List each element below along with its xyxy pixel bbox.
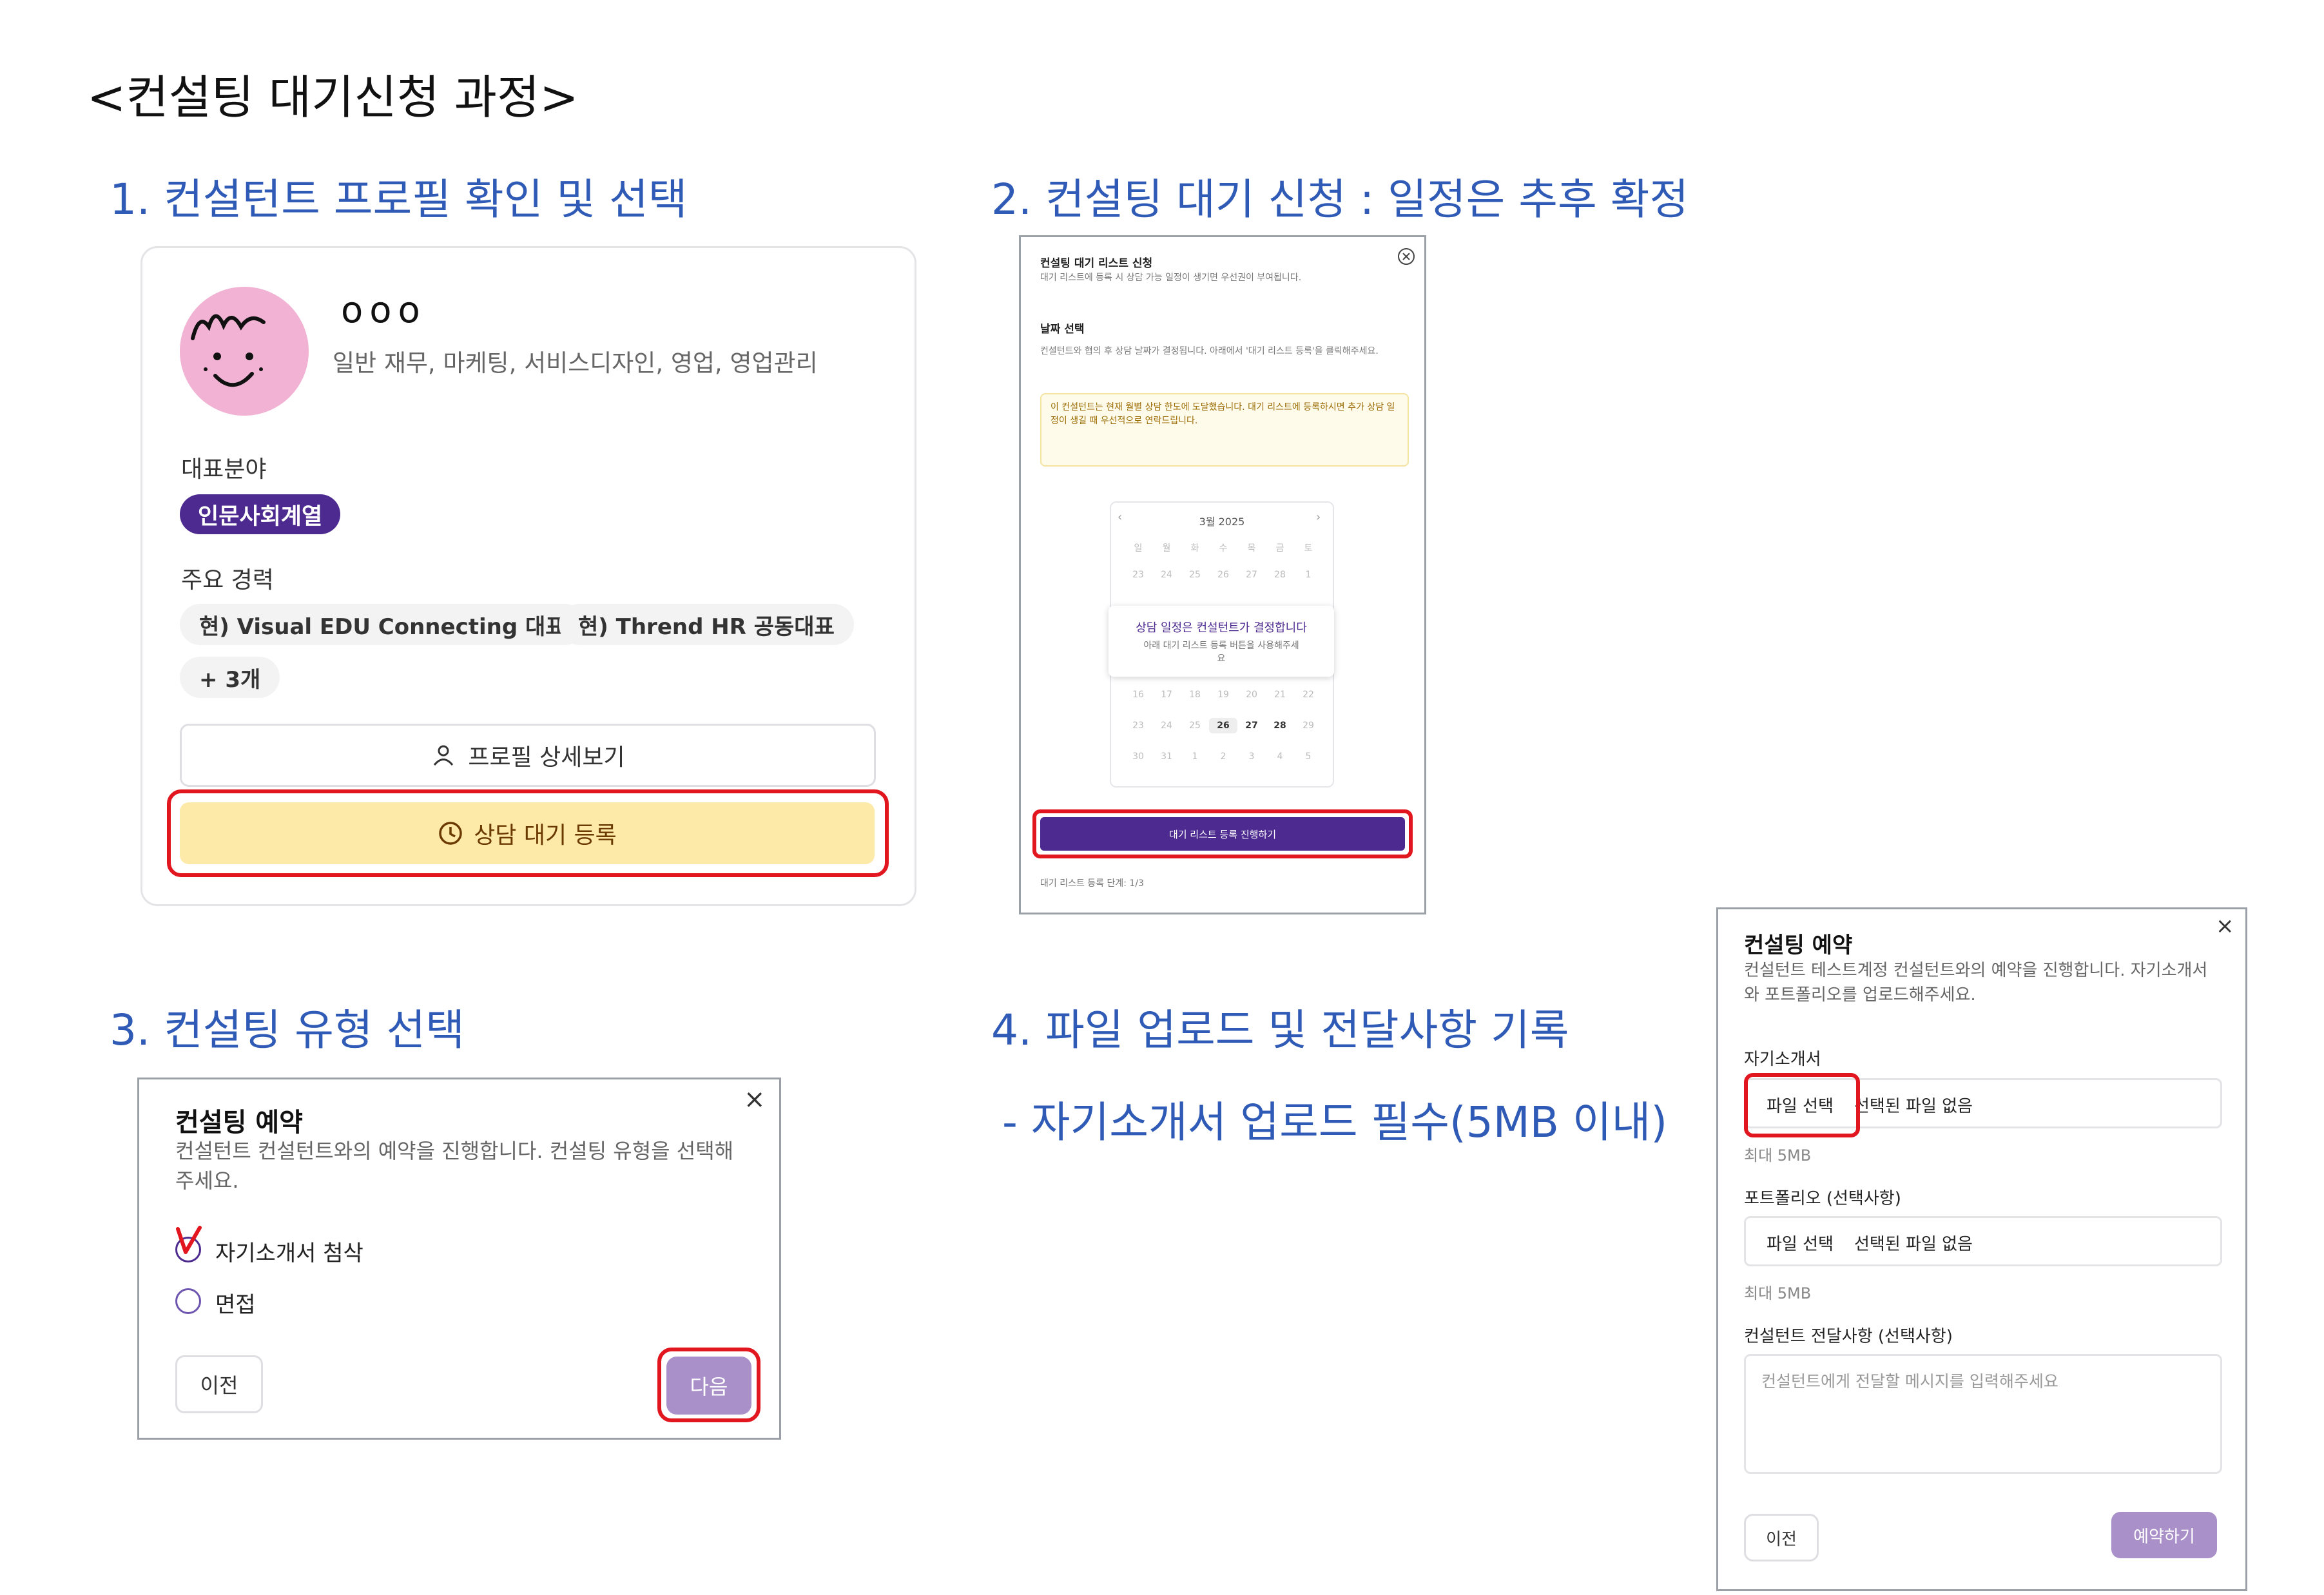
message-label: 컨설턴트 전달사항 (선택사항) <box>1744 1327 1953 1346</box>
rep-field-label: 대표분야 <box>181 456 267 483</box>
highlight-box <box>1744 1073 1860 1137</box>
calendar-day[interactable]: 3 <box>1237 751 1266 762</box>
close-icon[interactable] <box>1397 247 1416 266</box>
calendar-day[interactable]: 25 <box>1181 570 1209 580</box>
calendar-overlay: 상담 일정은 컨설턴트가 결정합니다 아래 대기 리스트 등록 버튼을 사용해주… <box>1109 606 1334 677</box>
no-file-text: 선택된 파일 없음 <box>1854 1235 1973 1254</box>
page-title: <컨설팅 대기신청 과정> <box>87 70 579 124</box>
calendar-weekday: 수 <box>1219 543 1228 554</box>
upload-modal: 컨설팅 예약 × 컨설턴트 테스트계정 컨설턴트와의 예약을 진행합니다. 자기… <box>1716 907 2247 1591</box>
calendar-weekday: 일 <box>1134 543 1143 554</box>
career-label: 주요 경력 <box>181 567 274 594</box>
option-interview-label[interactable]: 면접 <box>215 1287 256 1319</box>
overlay-title: 상담 일정은 컨설턴트가 결정합니다 <box>1136 621 1307 635</box>
step-3-heading: 3. 컨설팅 유형 선택 <box>110 1005 465 1055</box>
portfolio-label: 포트폴리오 (선택사항) <box>1744 1189 1901 1208</box>
career-more-chip[interactable]: + 3개 <box>180 657 280 698</box>
calendar-weekday: 금 <box>1275 543 1284 554</box>
checkmark-icon <box>176 1226 202 1254</box>
calendar-day[interactable]: 28 <box>1266 720 1294 731</box>
calendar-day[interactable]: 1 <box>1181 751 1209 762</box>
profile-detail-button[interactable]: 프로필 상세보기 <box>180 724 876 787</box>
calendar-day[interactable]: 27 <box>1237 720 1266 731</box>
no-file-text: 선택된 파일 없음 <box>1854 1097 1973 1116</box>
step-1-heading: 1. 컨설턴트 프로필 확인 및 선택 <box>110 175 688 224</box>
calendar-day[interactable]: 24 <box>1152 720 1181 731</box>
consulting-type-modal: 컨설팅 예약 × 컨설턴트 컨설턴트와의 예약을 진행합니다. 컨설팅 유형을 … <box>137 1078 781 1440</box>
consultant-profile-card: ooo 일반 재무, 마케팅, 서비스디자인, 영업, 영업관리 대표분야 인문… <box>140 246 916 906</box>
option-resume-label[interactable]: 자기소개서 첨삭 <box>215 1235 363 1267</box>
calendar-day[interactable]: 16 <box>1124 690 1152 700</box>
waitlist-progress: 대기 리스트 등록 단계: 1/3 <box>1040 878 1144 889</box>
calendar-weekday: 월 <box>1162 543 1171 554</box>
profile-detail-label: 프로필 상세보기 <box>468 744 625 771</box>
calendar-day[interactable]: 24 <box>1152 570 1181 580</box>
highlight-box <box>167 789 889 877</box>
step-4-heading: 4. 파일 업로드 및 전달사항 기록 <box>991 1005 1569 1055</box>
limit-notice: 이 컨설턴트는 현재 월별 상담 한도에 도달했습니다. 대기 리스트에 등록하… <box>1040 393 1409 467</box>
highlight-box <box>1032 809 1413 858</box>
overlay-description: 아래 대기 리스트 등록 버튼을 사용해주세요 <box>1143 641 1299 664</box>
calendar-day[interactable]: 31 <box>1152 751 1181 762</box>
waitlist-modal: 컨설팅 대기 리스트 신청 대기 리스트에 등록 시 상담 가능 일정이 생기면… <box>1019 235 1426 914</box>
step-2-heading: 2. 컨설팅 대기 신청 : 일정은 추후 확정 <box>991 175 1689 224</box>
waitlist-subtitle: 대기 리스트에 등록 시 상담 가능 일정이 생기면 우선권이 부여됩니다. <box>1040 273 1302 283</box>
calendar-weekday: 화 <box>1190 543 1199 554</box>
calendar-day[interactable]: 23 <box>1124 570 1152 580</box>
resume-max-size: 최대 5MB <box>1744 1146 1812 1165</box>
calendar-day[interactable]: 25 <box>1181 720 1209 731</box>
type-modal-description: 컨설턴트 컨설턴트와의 예약을 진행합니다. 컨설팅 유형을 선택해주세요. <box>175 1139 734 1193</box>
calendar-day[interactable]: 20 <box>1237 690 1266 700</box>
consultant-fields: 일반 재무, 마케팅, 서비스디자인, 영업, 영업관리 <box>333 349 818 377</box>
calendar-weekday: 토 <box>1304 543 1313 554</box>
calendar-day[interactable]: 30 <box>1124 751 1152 762</box>
calendar-day[interactable]: 19 <box>1209 690 1237 700</box>
date-description: 컨설턴트와 협의 후 상담 날짜가 결정됩니다. 아래에서 '대기 리스트 등록… <box>1040 346 1379 356</box>
close-icon[interactable]: × <box>744 1085 766 1114</box>
rep-field-badge: 인문사회계열 <box>180 494 341 534</box>
close-icon[interactable]: × <box>2216 913 2234 939</box>
type-modal-title: 컨설팅 예약 <box>175 1108 303 1137</box>
calendar-day[interactable]: 1 <box>1294 570 1322 580</box>
waitlist-title: 컨설팅 대기 리스트 신청 <box>1040 257 1153 270</box>
reserve-button[interactable]: 예약하기 <box>2111 1512 2217 1558</box>
highlight-box <box>657 1348 760 1422</box>
choose-file-button[interactable]: 파일 선택 <box>1767 1231 1834 1255</box>
date-heading: 날짜 선택 <box>1040 323 1085 336</box>
calendar-day[interactable]: 2 <box>1209 751 1237 762</box>
calendar-day[interactable]: 29 <box>1294 720 1322 731</box>
calendar-day[interactable]: 5 <box>1294 751 1322 762</box>
avatar <box>180 287 309 416</box>
prev-button[interactable]: 이전 <box>1744 1514 1819 1561</box>
radio-interview[interactable] <box>175 1288 201 1314</box>
calendar-month: 3월 2025 <box>1199 516 1245 528</box>
message-textarea[interactable]: 컨설턴트에게 전달할 메시지를 입력해주세요 <box>1744 1354 2222 1474</box>
calendar-day[interactable]: 17 <box>1152 690 1181 700</box>
calendar-day[interactable]: 26 <box>1209 570 1237 580</box>
calendar-day[interactable]: 28 <box>1266 570 1294 580</box>
upload-modal-description: 컨설턴트 테스트계정 컨설턴트와의 예약을 진행합니다. 자기소개서와 포트폴리… <box>1744 961 2208 1005</box>
smiley-face-icon <box>191 314 266 387</box>
portfolio-file-input[interactable]: 파일 선택 선택된 파일 없음 <box>1744 1216 2222 1266</box>
upload-modal-title: 컨설팅 예약 <box>1744 933 1853 958</box>
resume-label: 자기소개서 <box>1744 1050 1821 1069</box>
consultant-name: ooo <box>341 289 427 331</box>
step-4-note: - 자기소개서 업로드 필수(5MB 이내) <box>1002 1097 1668 1147</box>
next-month-icon[interactable]: › <box>1316 510 1321 524</box>
calendar-day[interactable]: 21 <box>1266 690 1294 700</box>
calendar-day[interactable]: 4 <box>1266 751 1294 762</box>
calendar-day[interactable]: 18 <box>1181 690 1209 700</box>
message-placeholder: 컨설턴트에게 전달할 메시지를 입력해주세요 <box>1761 1372 2058 1391</box>
calendar-day[interactable]: 26 <box>1209 718 1237 733</box>
portfolio-max-size: 최대 5MB <box>1744 1284 1812 1302</box>
calendar-day[interactable]: 22 <box>1294 690 1322 700</box>
user-icon <box>434 745 454 766</box>
calendar-day[interactable]: 23 <box>1124 720 1152 731</box>
calendar-day[interactable]: 27 <box>1237 570 1266 580</box>
career-chip: 현) Visual EDU Connecting 대표 <box>180 604 585 645</box>
career-chip: 현) Thrend HR 공동대표 <box>559 604 854 645</box>
calendar: ‹ 3월 2025 › 일월화수목금토 23 24 25 26 27 28 1 16 17 18 1… <box>1109 501 1334 788</box>
prev-button[interactable]: 이전 <box>175 1355 263 1413</box>
calendar-weekday: 목 <box>1247 543 1256 554</box>
